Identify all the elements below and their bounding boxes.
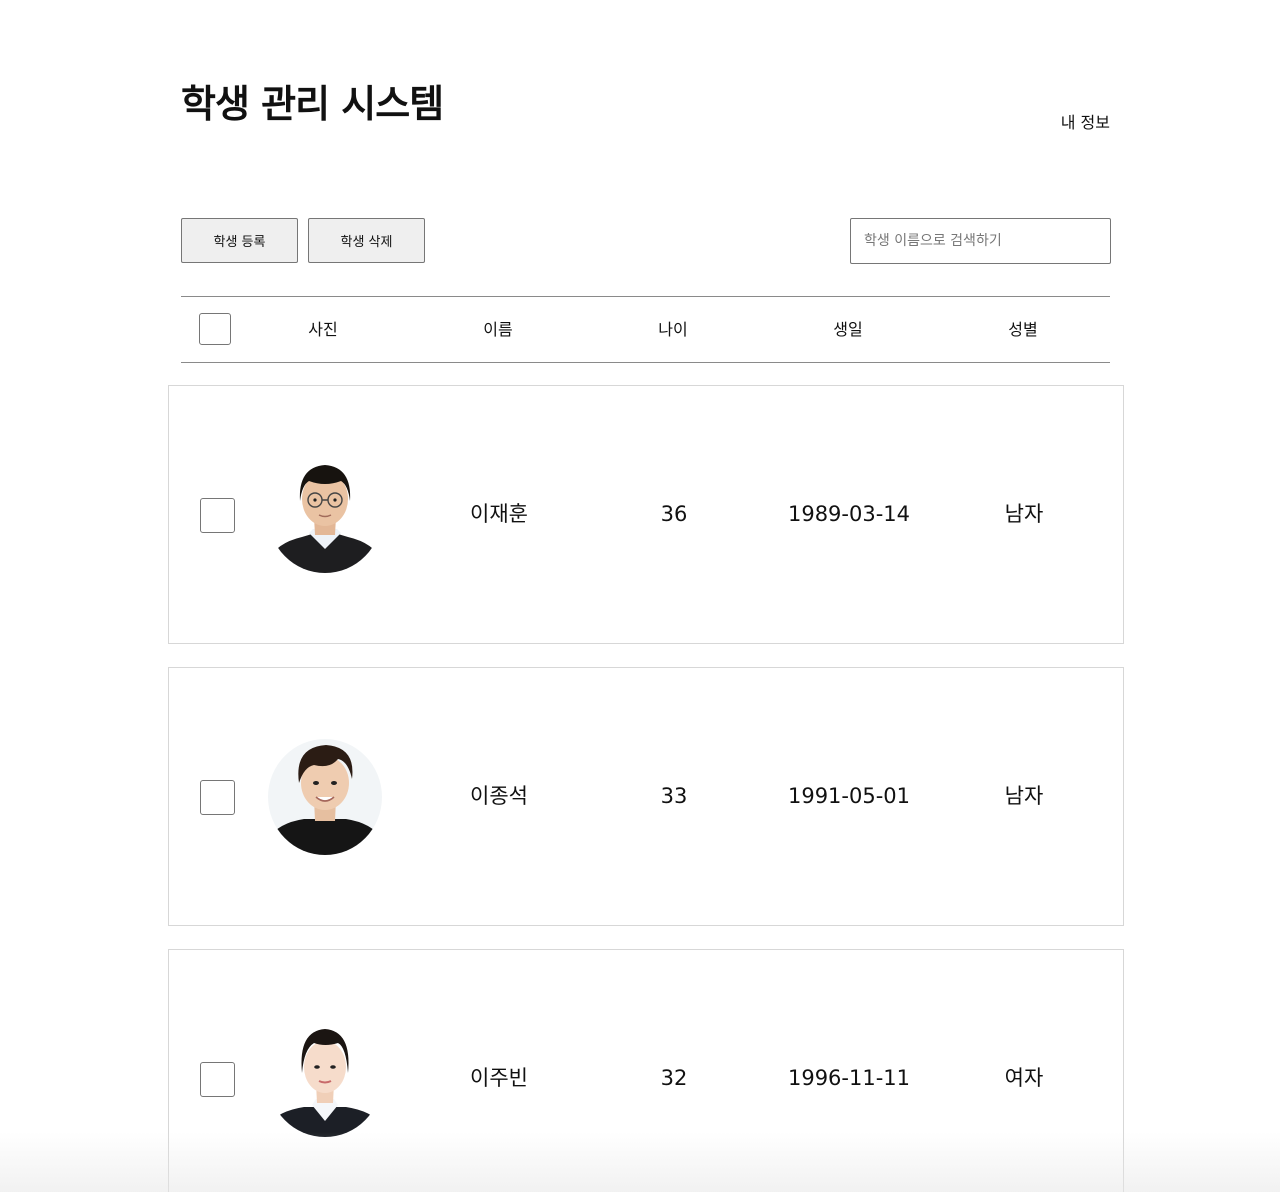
student-name: 이종석 [470, 784, 528, 808]
student-birthday: 1991-05-01 [787, 784, 911, 808]
table-header: 사진 이름 나이 생일 성별 [181, 296, 1110, 363]
student-photo [268, 1021, 382, 1137]
my-info-link[interactable]: 내 정보 [1061, 113, 1110, 133]
student-name: 이재훈 [470, 502, 528, 526]
student-age: 33 [660, 784, 688, 808]
delete-student-button[interactable]: 학생 삭제 [308, 218, 425, 263]
student-photo [268, 739, 382, 855]
search-input[interactable] [850, 218, 1111, 264]
select-all-checkbox[interactable] [199, 313, 231, 345]
page-title: 학생 관리 시스템 [181, 82, 444, 126]
table-row[interactable]: 이주빈 32 1996-11-11 여자 [168, 949, 1124, 1192]
column-header-name: 이름 [483, 320, 513, 339]
table-row[interactable]: 이종석 33 1991-05-01 남자 [168, 667, 1124, 926]
student-birthday: 1996-11-11 [787, 1066, 911, 1090]
student-birthday: 1989-03-14 [787, 502, 911, 526]
student-age: 32 [660, 1066, 688, 1090]
column-header-gender: 성별 [1008, 320, 1038, 339]
student-gender: 남자 [1004, 784, 1044, 808]
column-header-photo: 사진 [308, 320, 338, 339]
register-student-button[interactable]: 학생 등록 [181, 218, 298, 263]
student-gender: 여자 [1004, 1066, 1044, 1090]
student-gender: 남자 [1004, 502, 1044, 526]
row-checkbox[interactable] [200, 780, 235, 815]
row-checkbox[interactable] [200, 498, 235, 533]
column-header-age: 나이 [658, 320, 688, 339]
student-age: 36 [660, 502, 688, 526]
student-name: 이주빈 [470, 1066, 528, 1090]
row-checkbox[interactable] [200, 1062, 235, 1097]
table-row[interactable]: 이재훈 36 1989-03-14 남자 [168, 385, 1124, 644]
column-header-birthday: 생일 [833, 320, 863, 339]
student-photo [268, 457, 382, 573]
